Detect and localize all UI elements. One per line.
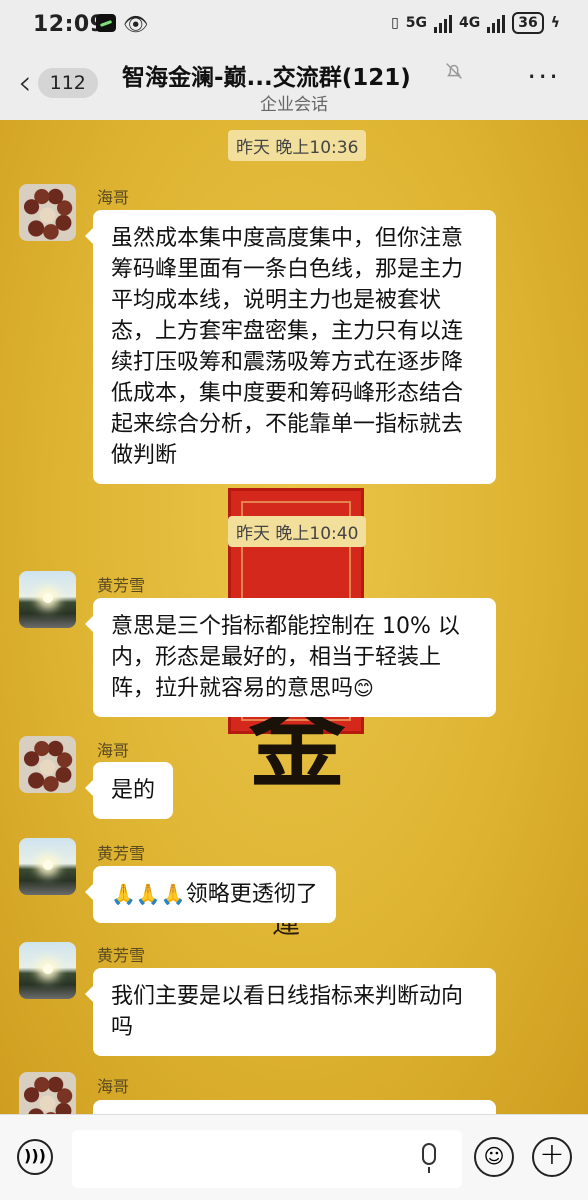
sender-name: 海哥 <box>97 188 130 207</box>
smiley-icon: ☺ <box>483 1144 505 1168</box>
avatar[interactable] <box>19 838 76 895</box>
status-bar: 12:09 👁 ▯ 5G 4G 36 ϟ <box>0 0 588 50</box>
more-actions-button[interactable]: + <box>532 1137 572 1177</box>
message-bubble[interactable]: 我们主要是以看日线指标来判断动向吗 <box>85 968 496 1056</box>
pray-emoji-icon: 🙏🙏🙏 <box>111 882 186 906</box>
message-bubble[interactable] <box>93 1100 496 1114</box>
charging-icon: ϟ <box>550 15 560 31</box>
message-bubble[interactable]: 虽然成本集中度高度集中，但你注意筹码峰里面有一条白色线，那是主力平均成本线，说明… <box>85 210 496 484</box>
more-options-button[interactable]: ··· <box>527 60 560 93</box>
battery-indicator: 36 <box>512 12 544 34</box>
sender-name: 海哥 <box>97 1077 130 1096</box>
emoji-button[interactable]: ☺ <box>474 1137 514 1177</box>
sender-name: 黄芳雪 <box>97 844 146 863</box>
timestamp-chip: 昨天 晚上10:40 <box>228 516 367 547</box>
network-4g-label: 4G <box>459 15 481 31</box>
message-bubble[interactable]: 是的 <box>84 762 174 819</box>
avatar[interactable] <box>19 184 76 241</box>
smile-emoji-icon: 😊 <box>353 676 374 700</box>
signal-icon-2 <box>487 13 506 33</box>
sender-name: 黄芳雪 <box>97 946 146 965</box>
plus-icon: + <box>539 1137 565 1172</box>
status-right-group: ▯ 5G 4G 36 ϟ <box>391 12 560 34</box>
app-notification-icon <box>96 14 116 32</box>
sender-name: 黄芳雪 <box>97 576 146 595</box>
avatar[interactable] <box>19 571 76 628</box>
timestamp-chip: 昨天 晚上10:36 <box>228 130 367 161</box>
avatar[interactable] <box>19 942 76 999</box>
voice-toggle-button[interactable]: ))) <box>17 1139 53 1175</box>
message-bubble[interactable]: 🙏🙏🙏领略更透彻了 <box>85 866 336 923</box>
chat-header: ‹ 112 智海金澜-巅...交流群(121) 企业会话 ··· <box>0 50 588 120</box>
eye-icon: 👁 <box>123 12 149 36</box>
mute-bell-icon <box>446 63 462 79</box>
chat-title: 智海金澜-巅...交流群(121) <box>122 65 411 91</box>
chat-subtitle: 企业会话 <box>260 95 328 115</box>
avatar[interactable] <box>19 1072 76 1114</box>
message-text: 领略更透彻了 <box>185 882 318 907</box>
message-bubble[interactable]: 意思是三个指标都能控制在 10% 以内，形态是最好的，相当于轻装上阵，拉升就容易… <box>85 598 496 717</box>
message-text: 意思是三个指标都能控制在 10% 以内，形态是最好的，相当于轻装上阵，拉升就容易… <box>111 614 460 701</box>
microphone-icon[interactable] <box>422 1143 436 1173</box>
network-5g-label: 5G <box>405 15 428 31</box>
voice-icon: ))) <box>24 1146 46 1165</box>
input-bar: ))) ☺ + <box>0 1114 588 1200</box>
sender-name: 海哥 <box>97 741 130 760</box>
signal-icon <box>434 13 453 33</box>
chat-area[interactable]: 金 運 昨天 晚上10:36 海哥 虽然成本集中度高度集中，但你注意筹码峰里面有… <box>0 120 588 1114</box>
avatar[interactable] <box>19 736 76 793</box>
vibrate-icon: ▯ <box>391 15 399 31</box>
message-input[interactable] <box>72 1130 462 1188</box>
status-time: 12:09 <box>33 12 106 37</box>
